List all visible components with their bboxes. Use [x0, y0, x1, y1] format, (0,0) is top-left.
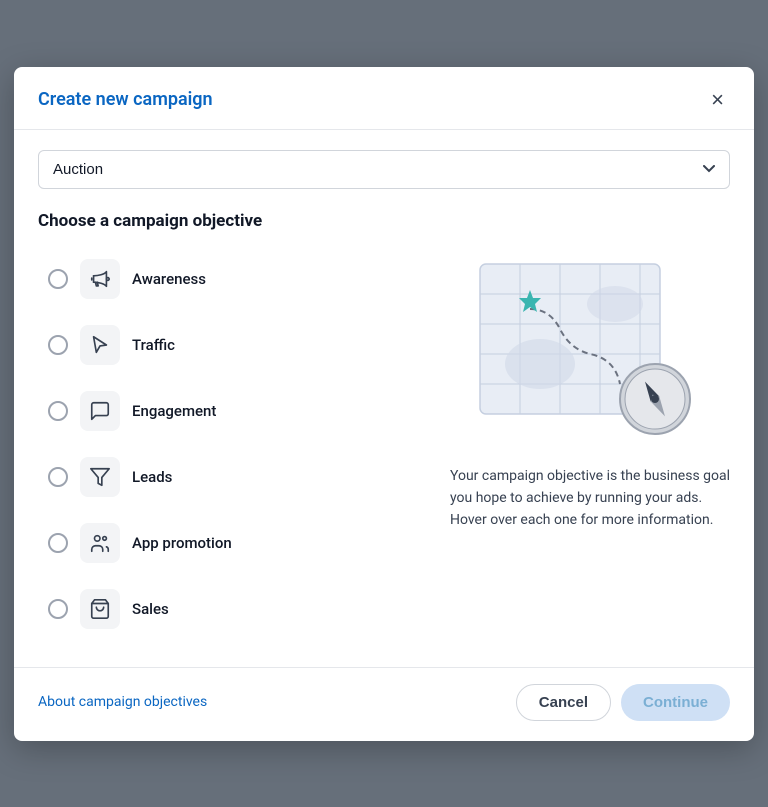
bag-icon — [89, 598, 111, 620]
leads-label: Leads — [132, 468, 172, 486]
description-text: Your campaign objective is the business … — [450, 465, 730, 532]
radio-traffic[interactable] — [48, 335, 68, 355]
chat-icon — [89, 400, 111, 422]
modal-header: Create new campaign × — [14, 67, 754, 130]
modal-title: Create new campaign — [38, 89, 213, 110]
objective-app-promotion[interactable]: App promotion — [38, 513, 426, 573]
awareness-icon-box — [80, 259, 120, 299]
engagement-icon-box — [80, 391, 120, 431]
radio-app-promotion[interactable] — [48, 533, 68, 553]
radio-sales[interactable] — [48, 599, 68, 619]
objective-leads[interactable]: Leads — [38, 447, 426, 507]
radio-engagement[interactable] — [48, 401, 68, 421]
sales-icon-box — [80, 589, 120, 629]
objective-traffic[interactable]: Traffic — [38, 315, 426, 375]
continue-button[interactable]: Continue — [621, 684, 730, 721]
modal-overlay: Create new campaign × Auction Fixed Choo… — [0, 0, 768, 807]
cancel-button[interactable]: Cancel — [516, 684, 611, 721]
engagement-label: Engagement — [132, 402, 216, 420]
modal-body: Auction Fixed Choose a campaign objectiv… — [14, 130, 754, 659]
dropdown-row: Auction Fixed — [38, 150, 730, 189]
traffic-icon-box — [80, 325, 120, 365]
app-promotion-icon-box — [80, 523, 120, 563]
modal-footer: About campaign objectives Cancel Continu… — [14, 667, 754, 741]
content-area: Awareness Traffic — [38, 249, 730, 639]
leads-icon-box — [80, 457, 120, 497]
campaign-type-dropdown[interactable]: Auction Fixed — [38, 150, 730, 189]
sales-label: Sales — [132, 600, 169, 618]
about-link[interactable]: About campaign objectives — [38, 694, 207, 710]
awareness-label: Awareness — [132, 270, 206, 288]
close-button[interactable]: × — [705, 87, 730, 113]
people-icon — [89, 532, 111, 554]
illustration — [450, 249, 730, 449]
radio-awareness[interactable] — [48, 269, 68, 289]
modal-dialog: Create new campaign × Auction Fixed Choo… — [14, 67, 754, 741]
right-panel: Your campaign objective is the business … — [450, 249, 730, 639]
objective-engagement[interactable]: Engagement — [38, 381, 426, 441]
objective-awareness[interactable]: Awareness — [38, 249, 426, 309]
cursor-icon — [89, 334, 111, 356]
map-compass-illustration — [460, 254, 720, 444]
footer-buttons: Cancel Continue — [516, 684, 730, 721]
traffic-label: Traffic — [132, 336, 175, 354]
radio-leads[interactable] — [48, 467, 68, 487]
app-promotion-label: App promotion — [132, 534, 232, 552]
objectives-list: Awareness Traffic — [38, 249, 426, 639]
objective-sales[interactable]: Sales — [38, 579, 426, 639]
section-title: Choose a campaign objective — [38, 211, 730, 231]
megaphone-icon — [89, 268, 111, 290]
filter-icon — [89, 466, 111, 488]
